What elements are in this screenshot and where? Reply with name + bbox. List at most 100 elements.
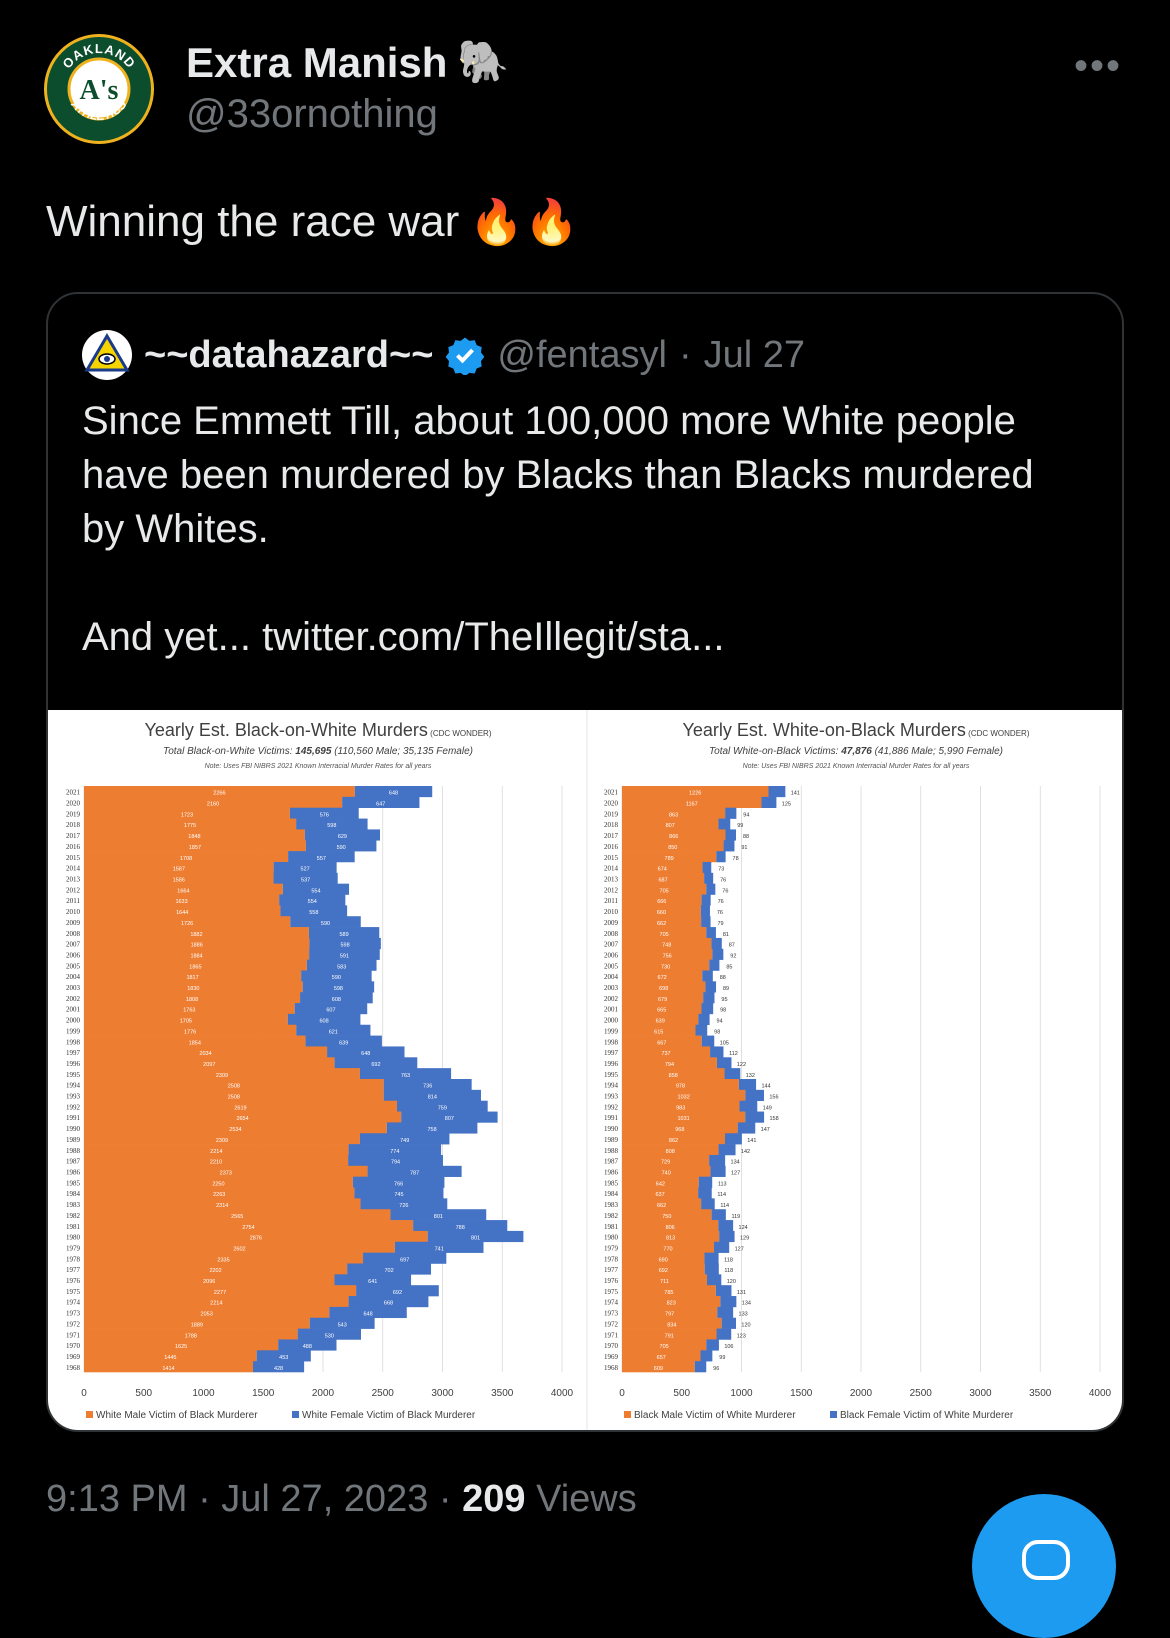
data-label-female: 112 <box>729 1051 738 1057</box>
data-label-male: 609 <box>654 1366 663 1372</box>
data-label-female: 554 <box>308 899 317 905</box>
y-tick-label: 1995 <box>604 1071 619 1079</box>
bar-female <box>706 927 716 939</box>
data-label-female: 591 <box>340 953 349 959</box>
y-tick-label: 1995 <box>66 1071 81 1079</box>
data-label-male: 2754 <box>242 1225 254 1231</box>
data-label-female: 134 <box>731 1160 740 1166</box>
data-label-female: 648 <box>361 1051 370 1057</box>
author-name[interactable]: Extra Manish 🐘 <box>186 38 510 87</box>
bar-female <box>706 1339 719 1351</box>
bar-female <box>738 1079 757 1091</box>
bar-female <box>701 894 711 906</box>
data-label-male: 2508 <box>228 1095 240 1101</box>
data-label-female: 774 <box>390 1149 399 1155</box>
y-tick-label: 1983 <box>604 1201 619 1209</box>
y-tick-label: 2006 <box>66 951 81 959</box>
data-label-female: 98 <box>714 1029 720 1035</box>
chart-title: Yearly Est. White-on-Black Murders (CDC … <box>683 720 1030 740</box>
data-label-female: 621 <box>329 1029 338 1035</box>
data-label-female: 141 <box>791 791 800 797</box>
data-label-female: 763 <box>401 1073 410 1079</box>
data-label-female: 576 <box>320 812 329 818</box>
timestamp[interactable]: 9:13 PM · Jul 27, 2023 · <box>46 1478 462 1520</box>
y-tick-label: 1993 <box>66 1093 81 1101</box>
y-tick-label: 1972 <box>604 1320 619 1328</box>
avatar[interactable]: OAKLAND ATHLETICS A's <box>44 34 154 144</box>
data-label-male: 1776 <box>184 1029 196 1035</box>
data-label-female: 118 <box>724 1257 733 1263</box>
data-label-male: 2160 <box>207 802 219 808</box>
bar-female <box>716 1057 732 1069</box>
x-tick-label: 3500 <box>491 1388 514 1399</box>
data-label-male: 1788 <box>185 1333 197 1339</box>
data-label-male: 711 <box>660 1279 669 1285</box>
data-label-male: 705 <box>660 1344 669 1350</box>
data-label-male: 1886 <box>191 943 203 949</box>
bar-female <box>723 840 735 852</box>
data-label-male: 1644 <box>176 910 188 916</box>
chart-note: Note: Uses FBI NIBRS 2021 Known Interrac… <box>743 763 970 770</box>
data-label-female: 814 <box>428 1095 437 1101</box>
y-tick-label: 2014 <box>66 865 81 873</box>
data-label-male: 1763 <box>183 1008 195 1014</box>
y-tick-label: 1981 <box>604 1223 619 1231</box>
data-label-male: 2373 <box>220 1170 232 1176</box>
quoted-media-image[interactable]: Yearly Est. Black-on-White Murders (CDC … <box>48 710 1122 1430</box>
data-label-female: 787 <box>410 1170 419 1176</box>
data-label-female: 123 <box>737 1333 746 1339</box>
y-tick-label: 1992 <box>66 1103 81 1111</box>
y-tick-label: 1968 <box>66 1364 81 1372</box>
data-label-female: 113 <box>718 1181 727 1187</box>
data-label-female: 428 <box>274 1366 283 1372</box>
quoted-paragraph-2[interactable]: And yet... twitter.com/TheIllegit/sta... <box>82 610 1082 664</box>
y-tick-label: 2009 <box>66 919 81 927</box>
more-options-icon[interactable]: ••• <box>1074 44 1122 89</box>
data-label-male: 679 <box>658 997 667 1003</box>
chart-subtitle: Total Black-on-White Victims: 145,695 (1… <box>163 746 473 757</box>
y-tick-label: 2008 <box>604 930 619 938</box>
quoted-tweet-text: Since Emmett Till, about 100,000 more Wh… <box>82 394 1082 664</box>
y-tick-label: 2003 <box>66 984 81 992</box>
author-handle[interactable]: @33ornothing <box>186 92 438 137</box>
data-label-female: 76 <box>722 888 728 894</box>
data-label-male: 637 <box>655 1192 664 1198</box>
quoted-separator: · <box>678 333 692 376</box>
y-tick-label: 2015 <box>604 854 619 862</box>
data-label-female: 583 <box>337 964 346 970</box>
bar-female <box>706 1274 722 1286</box>
data-label-female: 141 <box>747 1138 756 1144</box>
data-label-female: 134 <box>742 1301 751 1307</box>
data-label-female: 749 <box>400 1138 409 1144</box>
data-label-female: 589 <box>339 932 348 938</box>
data-label-female: 788 <box>456 1225 465 1231</box>
tweet-text-body: Winning the race war <box>46 197 460 246</box>
legend-swatch-male <box>624 1411 631 1418</box>
data-label-male: 823 <box>667 1301 676 1307</box>
y-tick-label: 2004 <box>604 973 619 981</box>
data-label-female: 641 <box>368 1279 377 1285</box>
y-tick-label: 1996 <box>66 1060 81 1068</box>
quoted-avatar[interactable] <box>82 330 132 380</box>
data-label-female: 76 <box>717 910 723 916</box>
y-tick-label: 2020 <box>604 800 619 808</box>
y-tick-label: 1989 <box>66 1136 81 1144</box>
verified-badge-icon <box>446 337 485 375</box>
data-label-female: 530 <box>325 1333 334 1339</box>
data-label-male: 2210 <box>210 1160 222 1166</box>
y-tick-label: 1987 <box>604 1158 619 1166</box>
quoted-paragraph-1: Since Emmett Till, about 100,000 more Wh… <box>82 399 1034 551</box>
y-tick-label: 2018 <box>66 821 81 829</box>
data-label-male: 748 <box>662 943 671 949</box>
data-label-female: 527 <box>301 867 310 873</box>
data-label-male: 791 <box>665 1333 674 1339</box>
data-label-male: 2266 <box>213 791 225 797</box>
data-label-male: 983 <box>676 1105 685 1111</box>
quoted-tweet[interactable]: ~~datahazard~~ @fentasyl · Jul 27 Since … <box>46 292 1124 1432</box>
author-name-text: Extra Manish <box>186 38 448 86</box>
data-label-male: 850 <box>668 845 677 851</box>
y-tick-label: 2021 <box>66 789 81 797</box>
y-tick-label: 2020 <box>66 800 81 808</box>
x-tick-label: 1500 <box>252 1388 275 1399</box>
data-label-male: 1723 <box>181 812 193 818</box>
